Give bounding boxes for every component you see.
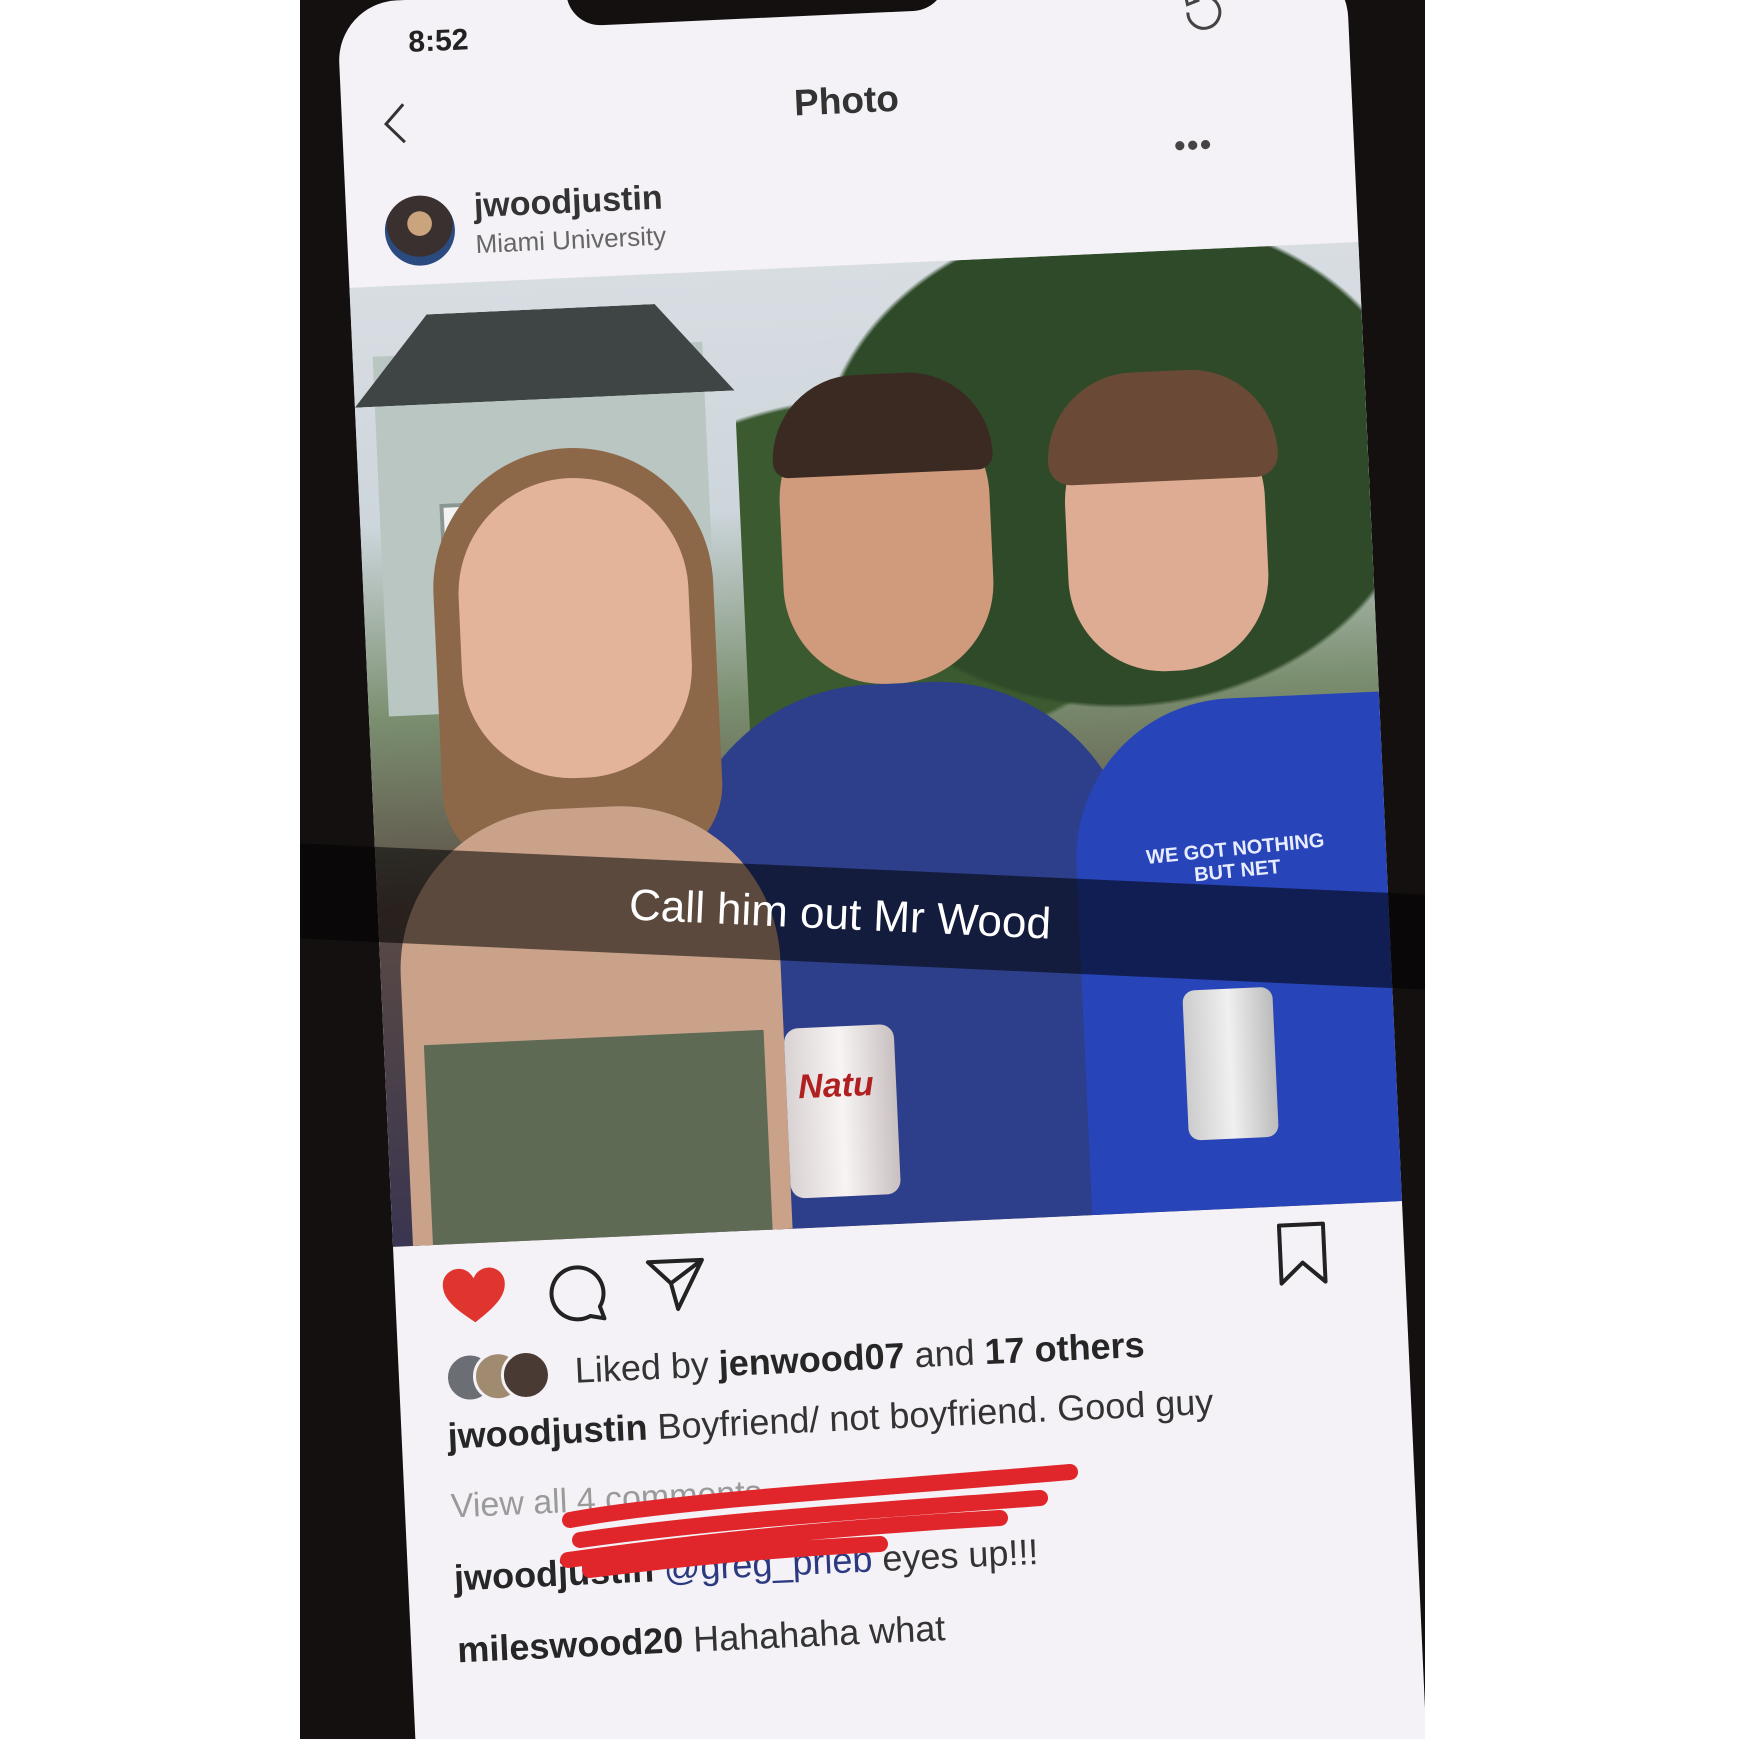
bookmark-icon[interactable]: [1273, 1219, 1332, 1287]
red-scribble-redaction: [560, 1464, 1078, 1578]
likes-text: Liked by jenwood07 and 17 others: [574, 1324, 1146, 1392]
heart-icon[interactable]: [440, 1265, 509, 1328]
share-icon[interactable]: [644, 1252, 709, 1317]
post-location[interactable]: Miami University: [475, 220, 667, 260]
likes-others[interactable]: 17 others: [984, 1324, 1146, 1372]
caption-username[interactable]: jwoodjustin: [447, 1407, 649, 1457]
post-photo[interactable]: WE GOT NOTHING BUT NET Natu: [349, 242, 1402, 1247]
drink-can: [783, 1023, 902, 1199]
photo-of-phone: 8:52 Photo ••• jwoodjustin Miami Univers…: [300, 0, 1425, 1739]
comment-row: mileswood20 Hahahaha what: [456, 1607, 946, 1671]
can-label: Natu: [797, 1064, 875, 1107]
avatar[interactable]: [383, 194, 457, 268]
likes-middle: and: [903, 1331, 986, 1376]
likes-prefix: Liked by: [573, 1343, 720, 1391]
person-left-top: [423, 1029, 773, 1246]
comment-icon[interactable]: [544, 1260, 609, 1325]
person-left-face: [453, 472, 697, 784]
liker-username[interactable]: jenwood07: [718, 1335, 906, 1384]
post-username[interactable]: jwoodjustin: [473, 179, 663, 227]
comment-text: Hahahaha what: [682, 1607, 947, 1661]
house-roof: [351, 301, 735, 408]
comment-username[interactable]: mileswood20: [456, 1619, 684, 1670]
drink-can-right: [1182, 986, 1279, 1141]
nav-bar: Photo •••: [338, 0, 1351, 165]
